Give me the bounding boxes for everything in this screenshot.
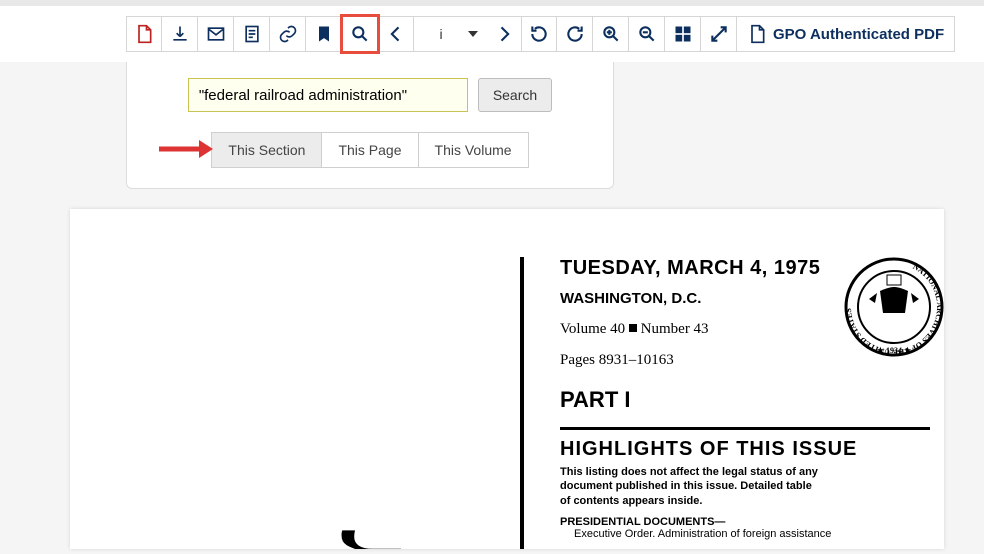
presidential-documents-heading: PRESIDENTIAL DOCUMENTS—	[560, 516, 944, 528]
svg-text:★ 1934 ★: ★ 1934 ★	[877, 346, 912, 355]
grid-view-icon-button[interactable]	[665, 16, 701, 52]
prev-page-button[interactable]	[378, 16, 414, 52]
pdf-icon-button[interactable]	[126, 16, 162, 52]
scope-this-page[interactable]: This Page	[322, 132, 418, 168]
horizontal-rule	[560, 427, 930, 430]
rotate-left-icon-button[interactable]	[521, 16, 557, 52]
page-number-select[interactable]: i	[414, 16, 486, 52]
link-icon-button[interactable]	[270, 16, 306, 52]
presidential-documents-line: Executive Order. Administration of forei…	[574, 528, 944, 540]
rotate-right-icon-button[interactable]	[557, 16, 593, 52]
search-scope-tabs: This Section This Page This Volume	[211, 132, 528, 168]
fullscreen-icon-button[interactable]	[701, 16, 737, 52]
annotation-arrow-icon	[159, 138, 213, 160]
national-archives-seal-icon: NATIONAL ARCHIVES OF THE UNITED STATES ★…	[844, 257, 944, 357]
search-input[interactable]	[188, 78, 468, 112]
email-icon-button[interactable]	[198, 16, 234, 52]
zoom-out-icon-button[interactable]	[629, 16, 665, 52]
doc-part: PART I	[560, 387, 944, 413]
search-icon-button[interactable]	[342, 16, 378, 52]
highlights-heading: HIGHLIGHTS OF THIS ISSUE	[560, 438, 944, 461]
gpo-authenticated-pdf-button[interactable]: GPO Authenticated PDF	[737, 16, 955, 52]
vertical-rule	[520, 257, 524, 549]
download-icon-button[interactable]	[162, 16, 198, 52]
toolbar: i GPO Authenticated PDF	[0, 6, 984, 62]
search-button[interactable]: Search	[478, 78, 552, 112]
scope-this-volume[interactable]: This Volume	[419, 132, 529, 168]
gpo-label: GPO Authenticated PDF	[773, 26, 944, 43]
document-details-icon-button[interactable]	[234, 16, 270, 52]
document-page-viewer[interactable]: ister NATIONAL ARCHIVES OF THE UNITED ST…	[70, 209, 944, 549]
next-page-button[interactable]	[486, 16, 522, 52]
masthead-fragment: ister	[320, 537, 408, 549]
scope-this-section[interactable]: This Section	[211, 132, 322, 168]
bookmark-icon-button[interactable]	[306, 16, 342, 52]
search-panel: Search This Section This Page This Volum…	[126, 62, 614, 189]
highlights-description: This listing does not affect the legal s…	[560, 465, 820, 508]
zoom-in-icon-button[interactable]	[593, 16, 629, 52]
